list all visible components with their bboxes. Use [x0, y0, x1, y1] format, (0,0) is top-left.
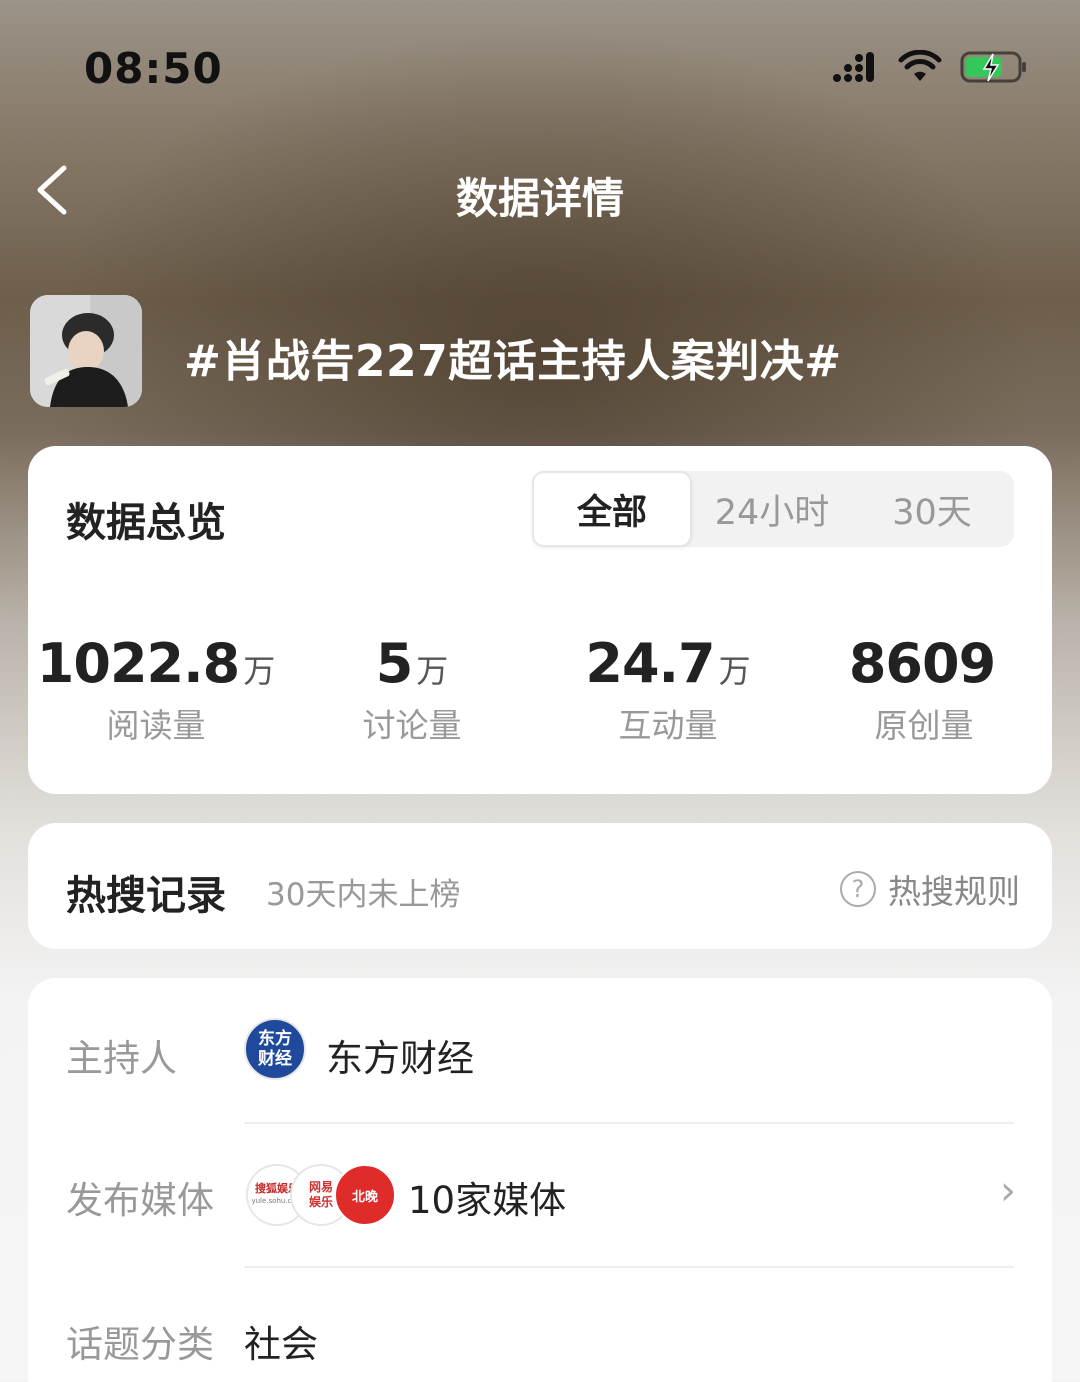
media-count: 10家媒体 — [408, 1179, 567, 1222]
stats-row: 1022.8 万 阅读量 5万 讨论量 24.7 万 互动量 8609 原创量 — [28, 632, 1052, 747]
tab-30d[interactable]: 30天 — [852, 471, 1012, 547]
category-label: 话题分类 — [66, 1323, 214, 1366]
status-icons — [832, 50, 1028, 84]
avatar-image — [30, 295, 142, 407]
tab-24h[interactable]: 24小时 — [692, 471, 852, 547]
stat-label: 原创量 — [874, 706, 974, 745]
hot-search-title: 热搜记录 — [66, 873, 226, 919]
media-logo-bjwb: 北晚 — [334, 1164, 396, 1226]
page-title: 数据详情 — [455, 174, 624, 223]
stat-value: 24.7 — [585, 632, 715, 695]
stat-originals: 8609 原创量 — [796, 632, 1052, 747]
data-overview-card: 数据总览 全部 24小时 30天 1022.8 万 阅读量 5万 讨论量 24.7… — [28, 446, 1052, 794]
wifi-icon — [898, 50, 942, 81]
media-logo-bjwb-text: 北晚 — [351, 1189, 378, 1205]
stat-unit: 万 — [416, 652, 449, 690]
media-row[interactable]: 发布媒体 搜狐娱乐 yule.sohu.com 网易娱乐 北晚 10家媒体 › — [28, 1124, 1052, 1268]
category-value: 社会 — [244, 1323, 318, 1366]
stat-unit: 万 — [243, 652, 276, 690]
media-label: 发布媒体 — [66, 1179, 214, 1222]
stat-label: 互动量 — [618, 706, 718, 745]
time-range-segmented-control: 全部 24小时 30天 — [532, 471, 1014, 547]
topic-title: #肖战告227超话主持人案判决# — [184, 336, 842, 387]
category-row: 话题分类 社会 — [28, 1268, 1052, 1382]
stat-label: 讨论量 — [362, 706, 462, 745]
chevron-right-icon[interactable]: › — [1000, 1168, 1016, 1214]
stat-value: 1022.8 — [36, 632, 240, 695]
overview-title: 数据总览 — [66, 500, 226, 546]
host-label: 主持人 — [66, 1037, 177, 1080]
stat-reads: 1022.8 万 阅读量 — [28, 632, 284, 747]
stat-interactions: 24.7 万 互动量 — [540, 632, 796, 747]
hot-search-status: 30天内未上榜 — [266, 877, 461, 913]
stat-value: 5 — [375, 632, 414, 695]
battery-charging-icon — [960, 51, 1026, 83]
stat-value: 8609 — [848, 632, 996, 695]
status-bar: 08:50 — [0, 0, 1080, 140]
host-logo: 东方财经 — [244, 1018, 306, 1080]
stat-unit: 万 — [718, 652, 751, 690]
media-logo-netease-text: 网易娱乐 — [308, 1180, 333, 1209]
topic-info-card: 主持人 东方财经 东方财经 发布媒体 搜狐娱乐 yule.sohu.com 网易… — [28, 978, 1052, 1382]
host-row[interactable]: 主持人 东方财经 东方财经 — [28, 978, 1052, 1124]
stat-discussions: 5万 讨论量 — [284, 632, 540, 747]
question-circle-icon: ? — [840, 871, 876, 907]
host-name: 东方财经 — [326, 1037, 474, 1080]
hot-search-card: 热搜记录 30天内未上榜 ? 热搜规则 — [28, 823, 1052, 949]
cellular-signal-icon — [833, 52, 874, 82]
topic-avatar — [30, 295, 142, 407]
status-time: 08:50 — [84, 44, 223, 93]
hot-search-rules-label: 热搜规则 — [888, 872, 1020, 911]
stat-label: 阅读量 — [106, 706, 206, 745]
tab-all[interactable]: 全部 — [532, 471, 692, 547]
hot-search-rules-link[interactable]: ? 热搜规则 — [840, 865, 1020, 913]
host-logo-text: 东方财经 — [258, 1029, 292, 1069]
